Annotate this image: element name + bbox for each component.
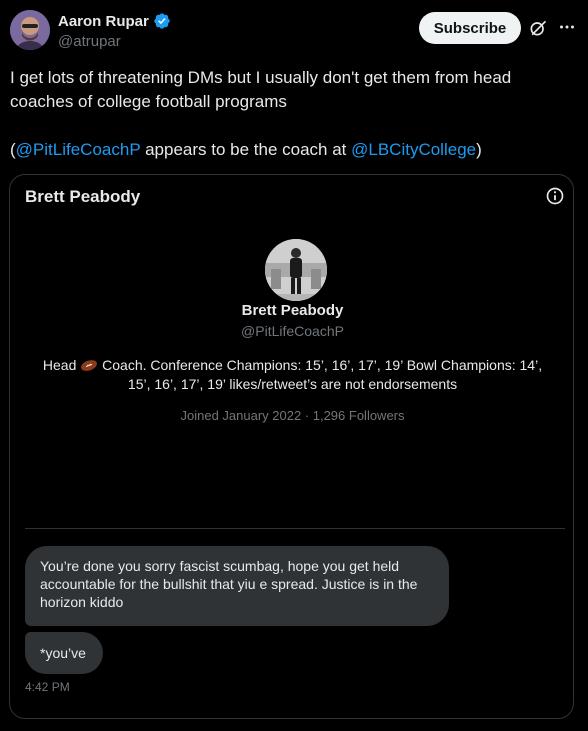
tweet-line-2: (@PitLifeCoachP appears to be the coach … <box>10 138 570 162</box>
mention-lbcitycollege[interactable]: @LBCityCollege <box>351 140 476 159</box>
author-handle[interactable]: @atrupar <box>58 33 121 50</box>
divider <box>25 528 565 529</box>
paren-close: ) <box>476 140 482 159</box>
tweet-text: I get lots of threatening DMs but I usua… <box>10 66 570 162</box>
message-bubble: *you’ve <box>25 632 103 674</box>
profile-picture <box>265 239 327 301</box>
dm-screenshot-card[interactable]: Brett Peabody Brett Peabody @PitLifeCoac… <box>9 174 574 719</box>
profile-joined: Joined January 2022 · 1,296 Followers <box>180 408 405 423</box>
profile-handle: @PitLifeCoachP <box>241 323 344 339</box>
profile-name: Brett Peabody <box>241 302 344 319</box>
dm-card-title: Brett Peabody <box>25 187 141 206</box>
info-icon <box>546 187 564 205</box>
football-icon <box>81 360 98 371</box>
tweet-line-1: I get lots of threatening DMs but I usua… <box>10 68 512 111</box>
author-display-name[interactable]: Aaron Rupar <box>58 13 149 30</box>
message-bubble: You’re done you sorry fascist scumbag, h… <box>25 546 449 626</box>
profile-bio: Head Coach. Conference Champions: 15’, 1… <box>30 356 555 394</box>
author-name-row: Aaron Rupar <box>58 12 171 30</box>
author-avatar[interactable] <box>10 10 50 50</box>
mention-pitlifecoachp[interactable]: @PitLifeCoachP <box>16 140 141 159</box>
bio-text-end: Coach. Conference Champions: 15’, 16’, 1… <box>98 357 543 392</box>
grok-icon[interactable] <box>528 18 548 38</box>
more-icon[interactable] <box>556 16 578 38</box>
subscribe-button[interactable]: Subscribe <box>419 12 521 44</box>
message-timestamp: 4:42 PM <box>25 680 70 694</box>
bio-text-start: Head <box>42 357 81 373</box>
verified-badge-icon <box>154 13 170 29</box>
tweet-middle-text: appears to be the coach at <box>140 140 352 159</box>
profile-photo-icon <box>265 239 327 301</box>
person-avatar <box>10 10 50 50</box>
